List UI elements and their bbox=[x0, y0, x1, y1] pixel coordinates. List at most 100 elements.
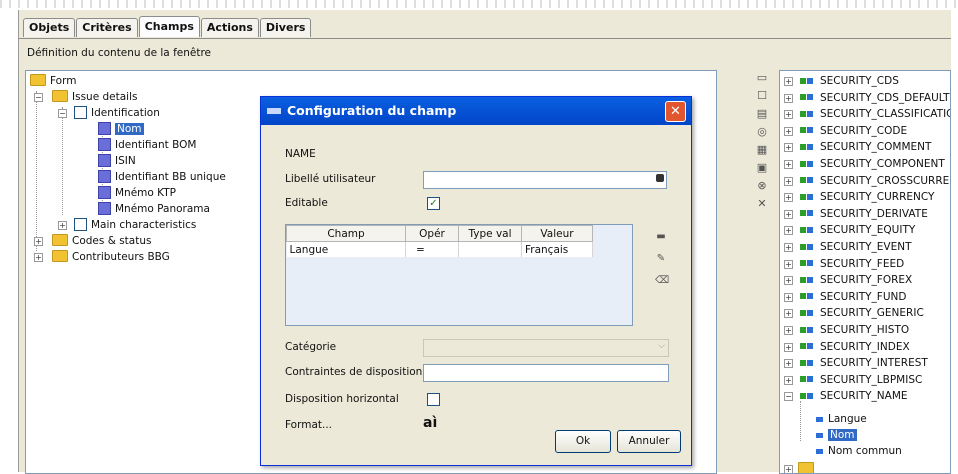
expand-icon[interactable]: + bbox=[784, 160, 793, 169]
tree-child-langue[interactable]: Langue bbox=[816, 411, 867, 427]
tree-node-table[interactable]: + SECURITY_INDEX bbox=[784, 339, 910, 355]
settings-icon[interactable]: ◎ bbox=[756, 126, 768, 138]
cancel-button[interactable]: Annuler bbox=[617, 430, 681, 453]
contraintes-input[interactable] bbox=[423, 364, 669, 382]
tree-node-table[interactable]: − SECURITY_NAME bbox=[784, 388, 908, 404]
grid-header-champ[interactable]: Champ bbox=[286, 225, 406, 242]
tree-node-table[interactable]: + SECURITY_COMPONENT bbox=[784, 156, 945, 172]
expand-icon[interactable]: + bbox=[784, 226, 793, 236]
expand-icon[interactable]: + bbox=[784, 110, 793, 120]
expand-icon[interactable]: + bbox=[784, 342, 793, 352]
expand-icon[interactable]: + bbox=[784, 193, 793, 203]
tree-node-table[interactable]: + SECURITY_EQUITY bbox=[784, 222, 915, 238]
expand-icon[interactable]: + bbox=[58, 221, 67, 230]
expand-icon[interactable]: + bbox=[784, 309, 793, 319]
close-button[interactable]: ✕ bbox=[665, 101, 686, 122]
tree-node-issue-details[interactable]: − Issue details bbox=[34, 89, 137, 105]
tree-field-nom[interactable]: Nom bbox=[98, 121, 144, 137]
tree-node-table[interactable]: + SECURITY_EVENT bbox=[784, 239, 912, 255]
edit-row-icon[interactable]: ✎ bbox=[655, 254, 667, 264]
expand-icon[interactable]: + bbox=[784, 292, 793, 302]
tree-field-identifiant-bom[interactable]: Identifiant BOM bbox=[98, 137, 196, 153]
expand-icon[interactable]: + bbox=[784, 359, 793, 369]
editable-checkbox[interactable]: ✓ bbox=[427, 197, 440, 210]
tab-champs[interactable]: Champs bbox=[138, 16, 200, 37]
tree-node-table[interactable]: + SECURITY_FUND bbox=[784, 289, 906, 305]
expand-icon[interactable]: + bbox=[784, 126, 793, 136]
calendar-icon[interactable]: ▣ bbox=[756, 162, 768, 174]
tree-field-identifiant-bb[interactable]: Identifiant BB unique bbox=[98, 169, 226, 185]
add-row-icon[interactable]: ▬ bbox=[655, 232, 667, 242]
tree-node-table[interactable]: + SECURITY_COMMENT bbox=[784, 139, 931, 155]
tree-node-table[interactable]: + SECURITY_FOREX bbox=[784, 272, 912, 288]
expand-icon[interactable]: + bbox=[784, 375, 793, 385]
collapse-icon[interactable]: − bbox=[58, 109, 67, 118]
tree-node-table[interactable]: + SECURITY_CURRENCY bbox=[784, 189, 934, 205]
table-row[interactable]: Langue = Français bbox=[286, 241, 632, 257]
tree-node-table[interactable]: + SECURITY_GENERIC bbox=[784, 305, 924, 321]
tree-node-table[interactable]: + SECURITY_CDS bbox=[784, 73, 899, 89]
dialog-titlebar[interactable]: Configuration du champ ✕ bbox=[261, 97, 691, 125]
tree-node-table[interactable]: + SECURITY_HISTO bbox=[784, 322, 909, 338]
expand-icon[interactable]: + bbox=[784, 326, 793, 335]
expand-icon[interactable]: + bbox=[784, 143, 793, 153]
collapse-icon[interactable]: − bbox=[784, 392, 793, 402]
tree-node-table[interactable]: + SECURITY_INTEREST bbox=[784, 355, 928, 371]
tab-divers[interactable]: Divers bbox=[259, 18, 312, 37]
tree-node-table[interactable]: + SECURITY_CDS_DEFAULT bbox=[784, 90, 950, 106]
expand-icon[interactable]: + bbox=[784, 276, 793, 286]
tree-node-table[interactable]: + SECURITY_DERIVATE bbox=[784, 206, 928, 222]
expand-icon[interactable]: + bbox=[34, 253, 43, 262]
grid-icon[interactable]: ▦ bbox=[756, 144, 768, 156]
tree-node-form[interactable]: Form bbox=[30, 73, 76, 89]
expand-icon[interactable]: + bbox=[784, 209, 793, 219]
tab-actions[interactable]: Actions bbox=[200, 18, 259, 37]
tree-node-table[interactable]: + SECURITY_FEED bbox=[784, 256, 904, 272]
categorie-select[interactable]: ⌵ bbox=[423, 339, 669, 357]
tab-objets[interactable]: Objets bbox=[23, 18, 76, 37]
new-folder-icon[interactable]: ▭ bbox=[756, 72, 768, 84]
chevron-down-icon[interactable]: ⌵ bbox=[658, 341, 665, 351]
expand-icon[interactable]: + bbox=[784, 77, 793, 86]
tree-node-partial[interactable]: + bbox=[784, 461, 818, 473]
tree-node-table[interactable]: + SECURITY_CLASSIFICATION bbox=[784, 106, 950, 122]
collapse-icon[interactable]: − bbox=[34, 93, 43, 102]
translate-icon[interactable] bbox=[656, 174, 664, 182]
tree-node-table[interactable]: +SECURITY_CROSSCURRENCY bbox=[784, 173, 950, 189]
disposition-checkbox[interactable] bbox=[427, 393, 440, 406]
tree-node-table[interactable]: + SECURITY_LBPMISC bbox=[784, 372, 922, 388]
delete-icon[interactable]: ⊗ bbox=[756, 180, 768, 192]
cut-icon[interactable]: ✕ bbox=[756, 198, 768, 210]
tree-child-nom-commun[interactable]: Nom commun bbox=[816, 443, 902, 459]
delete-row-icon[interactable]: ⌫ bbox=[655, 276, 669, 286]
tree-node-identification[interactable]: − Identification bbox=[58, 105, 160, 121]
field-icon bbox=[98, 137, 111, 151]
grid-header-oper[interactable]: Opér bbox=[405, 225, 459, 242]
group-icon bbox=[74, 105, 87, 119]
tree-node-contributeurs[interactable]: + Contributeurs BBG bbox=[34, 249, 170, 265]
new-item-icon[interactable]: ☐ bbox=[756, 90, 768, 102]
expand-icon[interactable]: + bbox=[784, 93, 793, 103]
list-icon[interactable]: ▤ bbox=[756, 108, 768, 120]
expand-icon[interactable]: + bbox=[784, 176, 793, 186]
expand-icon[interactable]: + bbox=[34, 237, 43, 246]
libelle-input[interactable] bbox=[423, 171, 667, 189]
tree-field-isin[interactable]: ISIN bbox=[98, 153, 136, 169]
expand-icon[interactable]: + bbox=[784, 243, 793, 252]
database-tree-panel[interactable]: + SECURITY_CDS + SECURITY_CDS_DEFAULT + SECUR… bbox=[779, 70, 951, 474]
format-icon[interactable]: aì bbox=[423, 415, 437, 431]
expand-icon[interactable]: + bbox=[784, 259, 793, 269]
ok-button[interactable]: Ok bbox=[555, 430, 611, 453]
tab-criteres[interactable]: Critères bbox=[76, 18, 138, 37]
folder-icon bbox=[52, 250, 68, 262]
expand-icon[interactable]: + bbox=[784, 465, 793, 473]
tree-field-mnemo-ktp[interactable]: Mnémo KTP bbox=[98, 185, 176, 201]
grid-header-valeur[interactable]: Valeur bbox=[521, 225, 593, 242]
tree-node-codes-status[interactable]: + Codes & status bbox=[34, 233, 151, 249]
criteria-grid[interactable]: Champ Opér Type val Valeur Langue = Fran… bbox=[285, 224, 633, 326]
tree-node-main-characteristics[interactable]: + Main characteristics bbox=[58, 217, 196, 233]
grid-header-typeval[interactable]: Type val bbox=[458, 225, 522, 242]
tree-field-mnemo-panorama[interactable]: Mnémo Panorama bbox=[98, 201, 210, 217]
tree-child-nom[interactable]: Nom bbox=[816, 427, 857, 443]
tree-node-table[interactable]: + SECURITY_CODE bbox=[784, 123, 907, 139]
